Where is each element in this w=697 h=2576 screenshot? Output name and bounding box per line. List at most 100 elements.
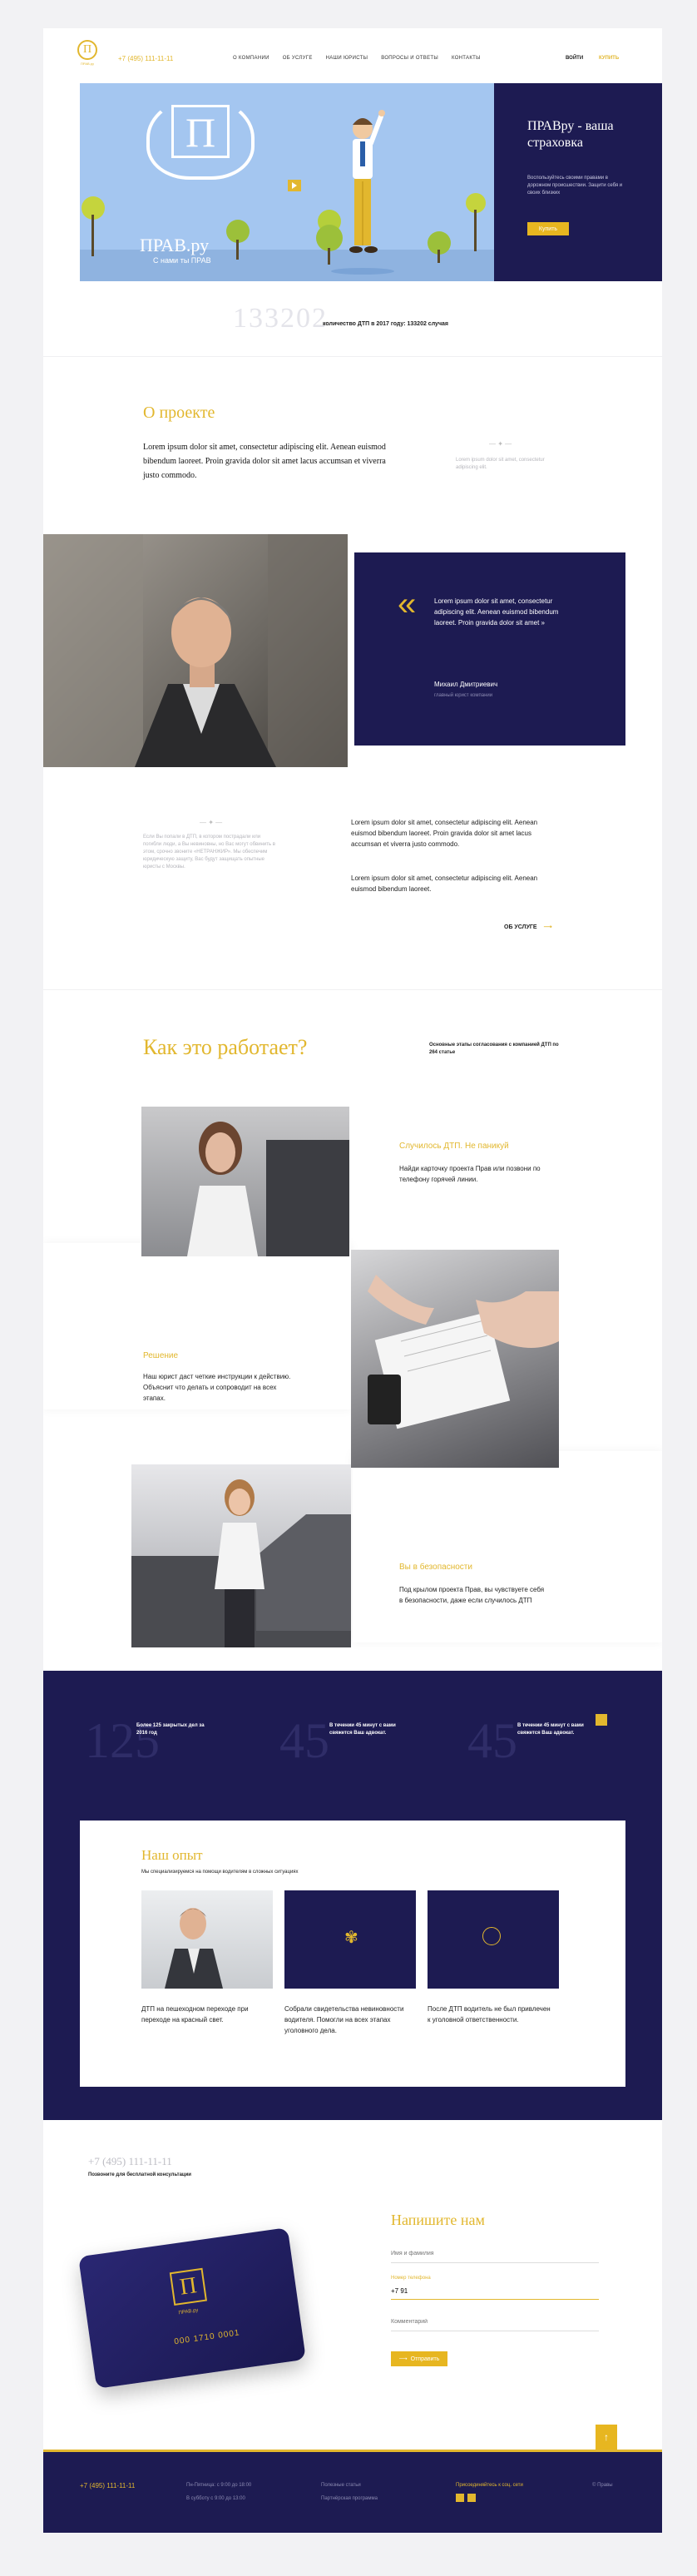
stat1-text: Более 125 закрытых дел за 2016 год <box>136 1723 205 1736</box>
nav-service[interactable]: ОБ УСЛУГЕ <box>283 56 313 61</box>
how-title: Как это работает? <box>143 1035 308 1059</box>
stat2-text: В течении 45 минут с вами свяжется Ваш а… <box>329 1723 396 1736</box>
experience-photo-1 <box>141 1890 273 1989</box>
submit-button[interactable]: ⟶ Отправить <box>391 2351 447 2366</box>
hero-banner: П ПРАВ.ру С нами ты ПРАВ <box>80 83 494 281</box>
step2-photo <box>351 1250 559 1468</box>
step1-title: Случилось ДТП. Не паникуй <box>399 1142 509 1151</box>
scroll-top-button[interactable]: ↑ <box>596 2425 617 2450</box>
footer-hours-2: В субботу с 9:00 до 13:00 <box>186 2496 245 2501</box>
contact-title: Напишите нам <box>391 2212 485 2228</box>
about2-para2: Lorem ipsum dolor sit amet, consectetur … <box>351 874 538 893</box>
page: П ПРАВ.ру +7 (495) 111-11-11 О КОМПАНИИ … <box>43 28 662 2533</box>
footer: +7 (495) 111-11-11 Пн-Пятница: с 9:00 до… <box>43 2450 662 2533</box>
arrow-right-icon: ⟶ <box>398 2356 408 2362</box>
logo-icon: П <box>77 40 97 60</box>
phone-field[interactable] <box>391 2283 599 2300</box>
step3-text: Под крылом проекта Прав, вы чувствуете с… <box>399 1586 545 1604</box>
about-service-link[interactable]: ОБ УСЛУГЕ ⟶ <box>504 924 552 930</box>
footer-copyright: © Правы <box>592 2483 613 2488</box>
portrait-illustration <box>43 534 348 767</box>
hero-buy-button[interactable]: Купить <box>527 222 569 235</box>
play-video-button[interactable] <box>288 180 301 191</box>
step1-text: Найди карточку проекта Прав или позвони … <box>399 1165 541 1183</box>
stats-accent-square <box>596 1714 607 1726</box>
about-divider-icon: — ✦ — <box>489 440 512 448</box>
step-bg-right <box>353 1451 662 1642</box>
header: П ПРАВ.ру +7 (495) 111-11-11 О КОМПАНИИ … <box>43 28 662 87</box>
login-link[interactable]: ВОЙТИ <box>566 56 583 61</box>
step2-title: Решение <box>143 1351 179 1360</box>
quote-card: « Lorem ipsum dolor sit amet, consectetu… <box>354 552 625 746</box>
name-field[interactable] <box>391 2245 599 2263</box>
about2-para1: Lorem ipsum dolor sit amet, consectetur … <box>351 819 538 848</box>
nav-faq[interactable]: ВОПРОСЫ И ОТВЕТЫ <box>381 56 438 61</box>
nav-contacts[interactable]: КОНТАКТЫ <box>452 56 481 61</box>
footer-hours-1: Пн-Пятница: с 9:00 до 18:00 <box>186 2483 252 2488</box>
step1-photo <box>141 1107 349 1256</box>
stat2-big: 45 <box>279 1713 329 1768</box>
about2-divider-icon: — ✦ — <box>200 819 223 826</box>
about-side-text: Lorem ipsum dolor sit amet, consectetur … <box>456 458 545 470</box>
nav-lawyers[interactable]: НАШИ ЮРИСТЫ <box>326 56 368 61</box>
lawyer-portrait <box>43 534 348 767</box>
experience-card-3 <box>428 1890 559 1989</box>
card-emblem: П <box>169 2267 207 2306</box>
logo-letter: П <box>82 43 92 56</box>
footer-facebook-icon[interactable] <box>456 2494 464 2502</box>
hero-text: Воспользуйтесь своими правами в дорожном… <box>527 176 623 196</box>
about-title: О проекте <box>143 404 215 422</box>
quote-role: главный юрист компании <box>434 693 493 698</box>
submit-label: Отправить <box>410 2356 440 2362</box>
footer-phone[interactable]: +7 (495) 111-11-11 <box>80 2482 135 2489</box>
footer-link-partners[interactable]: Партнёрская программа <box>321 2495 378 2503</box>
arrow-up-icon: ↑ <box>604 2431 609 2443</box>
nav-about[interactable]: О КОМПАНИИ <box>233 56 269 61</box>
about2-left-text: Если Вы попали в ДТП, в котором пострада… <box>143 835 275 869</box>
stat1-big: 125 <box>85 1713 160 1768</box>
about-lead: Lorem ipsum dolor sit amet, consectetur … <box>143 443 386 480</box>
play-icon <box>292 182 297 189</box>
hero-panel: ПРАВру - ваша страховка Воспользуйтесь с… <box>494 83 662 281</box>
card-number: 000 1710 0001 <box>173 2328 241 2347</box>
quote-mark: « <box>398 586 417 622</box>
experience-text-2: Собрали свидетельства невиновности водит… <box>284 2005 404 2034</box>
step3-title: Вы в безопасности <box>399 1563 472 1572</box>
woman-car-illustration <box>131 1479 351 1647</box>
woman-phone-illustration <box>187 1122 349 1256</box>
hero-emblem-letter: П <box>171 105 230 158</box>
experience-subtitle: Мы специализируемся на помощи водителям … <box>141 1870 299 1875</box>
experience-text-3: После ДТП водитель не был привлечен к уг… <box>428 2005 551 2024</box>
comment-field[interactable] <box>391 2313 599 2331</box>
stat3-big: 45 <box>467 1713 517 1768</box>
about-service-link-label: ОБ УСЛУГЕ <box>504 924 537 930</box>
footer-vk-icon[interactable] <box>467 2494 476 2502</box>
sphere-icon <box>482 1927 501 1945</box>
card-brand: ПРАВ.ру <box>178 2308 199 2316</box>
stats-big-number: 133202 <box>233 303 328 334</box>
arrow-right-icon: ⟶ <box>543 924 552 930</box>
experience-text-1: ДТП на пешеходном переходе при переходе … <box>141 2005 249 2024</box>
how-subtitle: Основные этапы согласования с компанией … <box>429 1043 559 1055</box>
stats-caption: количество ДТП в 2017 году: 133202 случа… <box>323 321 448 327</box>
hero-tagline: С нами ты ПРАВ <box>153 256 211 265</box>
phone-label: Номер телефона <box>391 2276 431 2281</box>
footer-link-articles[interactable]: Полезные статьи <box>321 2482 361 2489</box>
contact-phone-caption: Позвоните для бесплатной консультации <box>88 2172 191 2177</box>
contact-form: Напишите нам Номер телефона ⟶Отправить <box>341 2158 625 2450</box>
logo-sub: ПРАВ.ру <box>81 62 94 66</box>
experience-title: Наш опыт <box>141 1847 203 1863</box>
quote-author: Михаил Дмитриевич <box>434 681 498 688</box>
footer-join: Присоединяйтесь к соц. сети <box>456 2483 523 2488</box>
hero-brand: ПРАВ.ру <box>140 235 210 255</box>
signing-document-illustration <box>368 1275 559 1429</box>
buy-link[interactable]: КУПИТЬ <box>599 56 619 61</box>
stat3-text: В течении 45 минут с вами свяжется Ваш а… <box>517 1723 584 1736</box>
experience-card: Наш опыт Мы специализируемся на помощи в… <box>80 1821 625 2087</box>
step2-text: Наш юрист даст четкие инструкции к дейст… <box>143 1373 291 1402</box>
logo[interactable]: П ПРАВ.ру <box>77 40 98 68</box>
contact-phone[interactable]: +7 (495) 111-11-11 <box>88 2155 172 2168</box>
membership-card: П ПРАВ.ру 000 1710 0001 <box>78 2227 306 2389</box>
header-phone[interactable]: +7 (495) 111-11-11 <box>118 55 173 62</box>
main-nav: О КОМПАНИИ ОБ УСЛУГЕ НАШИ ЮРИСТЫ ВОПРОСЫ… <box>233 56 481 61</box>
